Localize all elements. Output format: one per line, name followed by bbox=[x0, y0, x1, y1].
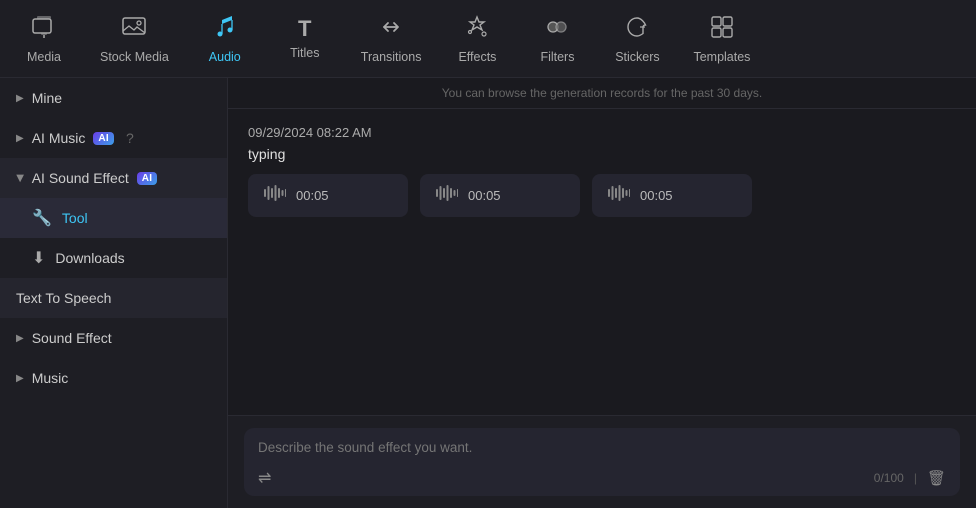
audio-card-2-duration: 00:05 bbox=[468, 188, 501, 203]
divider: | bbox=[914, 471, 917, 485]
nav-label-filters: Filters bbox=[540, 50, 574, 64]
audio-card-3[interactable]: 00:05 bbox=[592, 174, 752, 217]
record-date: 09/29/2024 08:22 AM bbox=[248, 125, 956, 140]
generation-records: 09/29/2024 08:22 AM typing bbox=[228, 109, 976, 415]
sidebar-item-mine[interactable]: ▶ Mine bbox=[0, 78, 227, 118]
sidebar: ▶ Mine ▶ AI Music AI ? ▶ AI Sound Effect… bbox=[0, 78, 228, 508]
audio-card-3-duration: 00:05 bbox=[640, 188, 673, 203]
trash-icon[interactable]: 🗑 bbox=[927, 469, 946, 487]
downloads-icon: ⬇ bbox=[32, 248, 45, 268]
nav-label-titles: Titles bbox=[290, 46, 319, 60]
content-area: You can browse the generation records fo… bbox=[228, 78, 976, 508]
audio-cards-container: 00:05 00:05 bbox=[248, 174, 956, 217]
info-text: You can browse the generation records fo… bbox=[442, 86, 762, 100]
chevron-sound-effect-icon: ▶ bbox=[16, 333, 24, 344]
nav-label-transitions: Transitions bbox=[361, 50, 422, 64]
char-count: 0/100 bbox=[874, 471, 904, 485]
nav-item-titles[interactable]: T Titles bbox=[265, 5, 345, 73]
sidebar-item-music[interactable]: ▶ Music bbox=[0, 358, 227, 398]
sidebar-item-ai-music[interactable]: ▶ AI Music AI ? bbox=[0, 118, 227, 158]
nav-label-effects: Effects bbox=[458, 50, 496, 64]
main-area: ▶ Mine ▶ AI Music AI ? ▶ AI Sound Effect… bbox=[0, 78, 976, 508]
effects-icon bbox=[464, 14, 490, 44]
ai-music-badge: AI bbox=[93, 132, 114, 145]
sidebar-sub-item-tool[interactable]: 🔧 Tool bbox=[0, 198, 227, 238]
nav-item-stock-media[interactable]: Stock Media bbox=[84, 5, 185, 73]
sidebar-sub-item-downloads[interactable]: ⬇ Downloads bbox=[0, 238, 227, 278]
nav-item-media[interactable]: Media bbox=[4, 5, 84, 73]
prompt-footer: ⇌ 0/100 | 🗑 bbox=[258, 468, 946, 488]
waveform-icon-1 bbox=[264, 184, 286, 207]
chevron-ai-sound-effect-icon: ▶ bbox=[14, 174, 25, 182]
audio-icon bbox=[212, 14, 238, 44]
sidebar-label-music: Music bbox=[32, 370, 69, 386]
nav-label-templates: Templates bbox=[693, 50, 750, 64]
templates-icon bbox=[709, 14, 735, 44]
stock-media-icon bbox=[121, 14, 147, 44]
transitions-icon bbox=[378, 14, 404, 44]
sidebar-label-text-to-speech: Text To Speech bbox=[16, 290, 111, 306]
chevron-ai-music-icon: ▶ bbox=[16, 133, 24, 144]
nav-item-transitions[interactable]: Transitions bbox=[345, 5, 438, 73]
nav-label-audio: Audio bbox=[209, 50, 241, 64]
prompt-box: ⇌ 0/100 | 🗑 bbox=[244, 428, 960, 496]
sidebar-item-sound-effect[interactable]: ▶ Sound Effect bbox=[0, 318, 227, 358]
audio-card-2[interactable]: 00:05 bbox=[420, 174, 580, 217]
sidebar-label-sound-effect: Sound Effect bbox=[32, 330, 112, 346]
nav-label-stickers: Stickers bbox=[615, 50, 659, 64]
nav-item-filters[interactable]: Filters bbox=[517, 5, 597, 73]
chevron-mine-icon: ▶ bbox=[16, 93, 24, 104]
sidebar-label-tool: Tool bbox=[62, 210, 88, 226]
sidebar-label-ai-sound-effect: AI Sound Effect bbox=[32, 170, 129, 186]
top-navigation: Media Stock Media Audio T Titles bbox=[0, 0, 976, 78]
record-keyword: typing bbox=[248, 146, 956, 162]
audio-card-1-duration: 00:05 bbox=[296, 188, 329, 203]
ai-sound-badge: AI bbox=[137, 172, 158, 185]
nav-label-stock-media: Stock Media bbox=[100, 50, 169, 64]
char-count-area: 0/100 | 🗑 bbox=[874, 469, 946, 487]
nav-item-audio[interactable]: Audio bbox=[185, 5, 265, 73]
ai-music-info-icon: ? bbox=[126, 130, 134, 146]
info-bar: You can browse the generation records fo… bbox=[228, 78, 976, 109]
sidebar-label-downloads: Downloads bbox=[55, 250, 124, 266]
media-icon bbox=[31, 14, 57, 44]
prompt-area: ⇌ 0/100 | 🗑 bbox=[228, 415, 976, 508]
prompt-input[interactable] bbox=[258, 440, 946, 455]
nav-item-effects[interactable]: Effects bbox=[437, 5, 517, 73]
sidebar-item-text-to-speech[interactable]: Text To Speech bbox=[0, 278, 227, 318]
shuffle-icon[interactable]: ⇌ bbox=[258, 468, 271, 488]
waveform-icon-3 bbox=[608, 184, 630, 207]
sidebar-item-ai-sound-effect[interactable]: ▶ AI Sound Effect AI bbox=[0, 158, 227, 198]
waveform-icon-2 bbox=[436, 184, 458, 207]
filters-icon bbox=[544, 14, 570, 44]
nav-item-templates[interactable]: Templates bbox=[677, 5, 766, 73]
sidebar-label-ai-music: AI Music bbox=[32, 130, 86, 146]
nav-label-media: Media bbox=[27, 50, 61, 64]
chevron-music-icon: ▶ bbox=[16, 373, 24, 384]
sidebar-label-mine: Mine bbox=[32, 90, 62, 106]
audio-card-1[interactable]: 00:05 bbox=[248, 174, 408, 217]
tool-icon: 🔧 bbox=[32, 208, 52, 228]
titles-icon: T bbox=[298, 18, 311, 40]
nav-item-stickers[interactable]: Stickers bbox=[597, 5, 677, 73]
stickers-icon bbox=[624, 14, 650, 44]
